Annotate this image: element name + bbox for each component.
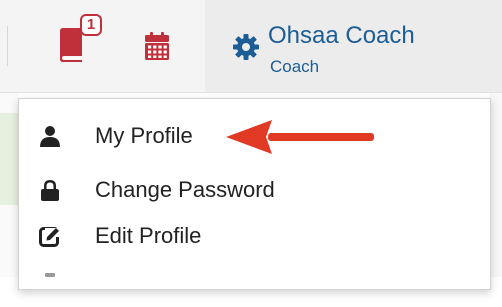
menu-item-partial[interactable]: [19, 263, 490, 307]
top-navbar: 1 Ohsaa Coach Coach: [0, 0, 502, 93]
menu-item-edit-profile[interactable]: Edit Profile: [19, 215, 490, 259]
menu-item-change-password[interactable]: Change Password: [19, 169, 490, 213]
edit-icon: [39, 227, 59, 247]
user-name[interactable]: Ohsaa Coach: [268, 22, 415, 50]
lock-icon: [41, 180, 59, 201]
menu-item-label: Change Password: [95, 177, 275, 202]
gear-icon: [233, 34, 259, 60]
calendar-icon[interactable]: [145, 32, 169, 60]
user-icon: [40, 126, 60, 147]
menu-item-label: Edit Profile: [95, 223, 202, 248]
arrow-left-icon: [226, 120, 374, 154]
partial-icon: [45, 273, 55, 277]
user-role: Coach: [270, 57, 320, 76]
menu-item-label: My Profile: [95, 123, 193, 148]
navbar-divider: [7, 26, 8, 66]
notification-badge: 1: [80, 14, 102, 36]
page-alert-band: [0, 113, 18, 205]
